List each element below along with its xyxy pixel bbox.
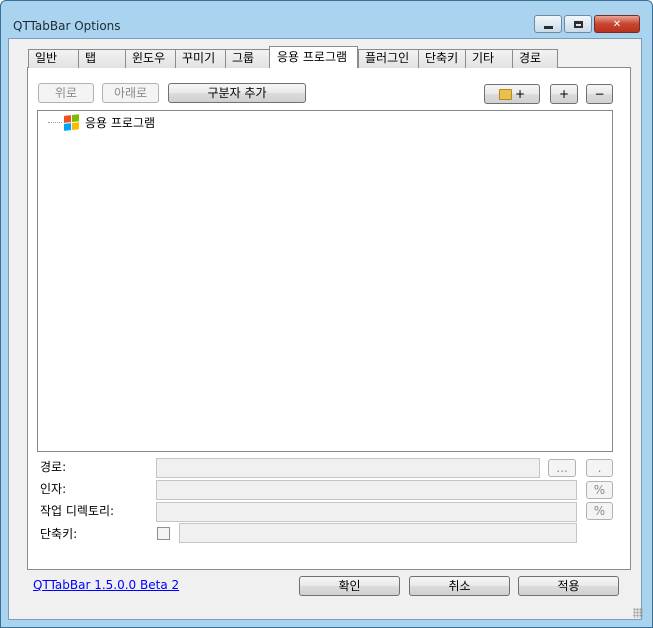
add-separator-button[interactable]: 구분자 추가	[168, 83, 306, 103]
tab-strip: 일반 탭 윈도우 꾸미기 그룹 응용 프로그램 플러그인 단축키 기타 경로	[28, 46, 558, 68]
tab-groups[interactable]: 그룹	[225, 49, 269, 68]
tab-misc[interactable]: 기타	[465, 49, 512, 68]
maximize-button[interactable]	[564, 15, 592, 33]
tab-paths[interactable]: 경로	[512, 49, 558, 68]
workdir-variable-button[interactable]: %	[586, 502, 613, 520]
path-label: 경로:	[40, 460, 67, 474]
args-field[interactable]	[156, 480, 577, 500]
tab-appearance[interactable]: 꾸미기	[175, 49, 225, 68]
folder-icon	[498, 89, 512, 100]
dot-button[interactable]: .	[586, 459, 613, 477]
minimize-icon	[543, 25, 553, 29]
tree-connector	[48, 122, 62, 123]
tab-window[interactable]: 윈도우	[125, 49, 175, 68]
shortcut-field[interactable]	[179, 523, 577, 543]
caption-buttons: ✕	[534, 15, 640, 33]
add-item-button[interactable]: +	[550, 84, 578, 104]
tab-tabs[interactable]: 탭	[78, 49, 125, 68]
close-icon: ✕	[612, 18, 622, 30]
minimize-button[interactable]	[534, 15, 562, 33]
windows-flag-icon	[64, 113, 80, 132]
ok-button[interactable]: 확인	[299, 576, 400, 596]
shortcut-checkbox[interactable]	[157, 527, 170, 540]
path-field[interactable]	[156, 458, 540, 478]
tab-plugins[interactable]: 플러그인	[358, 49, 418, 68]
tab-general[interactable]: 일반	[28, 49, 78, 68]
workdir-label: 작업 디렉토리:	[40, 504, 115, 518]
tree-root-label: 응용 프로그램	[85, 116, 156, 130]
resize-grip[interactable]	[633, 608, 643, 618]
add-folder-label: +	[514, 87, 526, 101]
cancel-button[interactable]: 취소	[409, 576, 510, 596]
close-button[interactable]: ✕	[594, 15, 640, 33]
add-folder-button[interactable]: +	[484, 84, 540, 104]
version-link[interactable]: QTTabBar 1.5.0.0 Beta 2	[33, 578, 179, 592]
move-up-button[interactable]: 위로	[38, 83, 94, 103]
tab-applications[interactable]: 응용 프로그램	[269, 46, 358, 68]
maximize-icon	[573, 20, 583, 28]
move-down-button[interactable]: 아래로	[102, 83, 159, 103]
tree-root-node[interactable]: 응용 프로그램	[48, 113, 156, 132]
window-title: QTTabBar Options	[13, 19, 121, 33]
application-tree[interactable]: 응용 프로그램	[37, 110, 613, 452]
shortcut-label: 단축키:	[40, 527, 78, 541]
tab-shortcuts[interactable]: 단축키	[418, 49, 465, 68]
browse-button[interactable]: ...	[548, 459, 576, 477]
apply-button[interactable]: 적용	[518, 576, 619, 596]
workdir-field[interactable]	[156, 502, 577, 522]
remove-item-button[interactable]: −	[586, 84, 613, 104]
args-variable-button[interactable]: %	[586, 481, 613, 499]
args-label: 인자:	[40, 482, 67, 496]
